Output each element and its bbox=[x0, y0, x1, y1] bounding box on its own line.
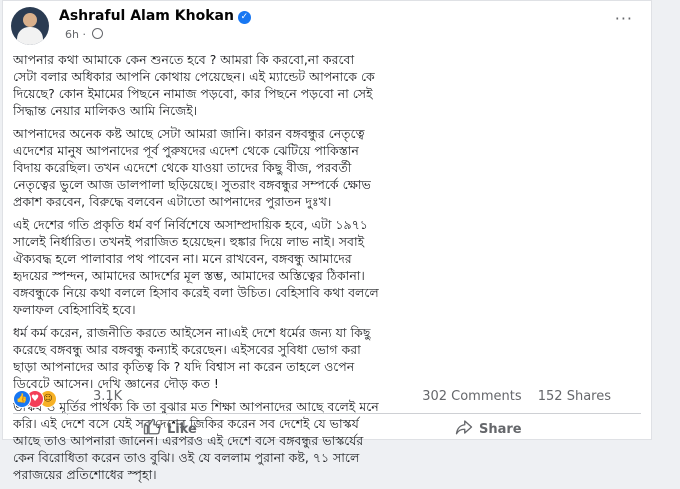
post-text-line: দিয়েছে? কোন ইমামের পিছনে নামাজ পড়বো, ক… bbox=[13, 86, 373, 101]
post-text-line: হৃদয়ের স্পন্দন, আমাদের আদর্শের মূল স্তম… bbox=[13, 268, 365, 283]
post-text-line: বঙ্গবন্ধুকে নিয়ে কথা বললে হিসাব করেই বল… bbox=[13, 285, 379, 300]
post-text-line: আপনাদের অনেক কষ্ট আছে সেটা আমরা জানি। কা… bbox=[13, 126, 365, 141]
author-avatar[interactable] bbox=[11, 7, 49, 45]
globe-icon bbox=[92, 28, 104, 39]
post-text-line: নেতৃত্বের ভুলে আজ ডালপালা ছড়িয়েছে। সুত… bbox=[13, 177, 371, 192]
author-name[interactable]: Ashraful Alam Khokan ✓ bbox=[59, 8, 251, 24]
post-card: Ashraful Alam Khokan ✓ 6h · ··· আপনার কথা… bbox=[2, 0, 652, 482]
post-text-line: আছে তাও আপনারা জানেন। এরপরও এই দেশে বসে … bbox=[13, 433, 364, 448]
post-meta: 6h · bbox=[65, 28, 104, 41]
author-name-text[interactable]: Ashraful Alam Khokan bbox=[59, 8, 234, 24]
post-paragraph: ভাস্কর্য ও মূর্তির পার্থক্য কি তা বুঝার … bbox=[13, 398, 645, 483]
like-icon: 👍 bbox=[13, 390, 31, 408]
post-text-line: সালেই নির্ধারিত। তখনই পরাজিত হয়েছেন। হু… bbox=[13, 234, 365, 249]
divider bbox=[13, 413, 641, 414]
post-text-line: ফলাফল বেহিসাবিই হবে। bbox=[13, 302, 136, 317]
reactions-count[interactable]: 3.1K bbox=[93, 389, 122, 404]
post-text-line: আপনার কথা আমাকে কেন শুনতে হবে ? আমরা কি … bbox=[13, 52, 355, 67]
post-time[interactable]: 6h bbox=[65, 28, 79, 41]
post-text-line: সেটা বলার অধিকার আপনি কোথায় পেয়েছেন। এ… bbox=[13, 69, 375, 84]
post-text-line: এই দেশের গতি প্রকৃতি ধর্ম বর্ণ নির্বিশেষ… bbox=[13, 217, 368, 232]
post-text-line: করেছে বঙ্গবন্ধু আর বঙ্গবন্ধু কন্যাই করেছ… bbox=[13, 342, 361, 357]
post-stats: 302 Comments 152 Shares bbox=[410, 389, 611, 404]
post-text-line: সিদ্ধান্ত নেয়ার মালিকও আমি নিজেই। bbox=[13, 103, 198, 118]
post-text-line: প্রকাশ করবেন, বিরুদ্ধে বলবেন এটাতো আপনাদ… bbox=[13, 194, 332, 209]
share-button[interactable]: Share bbox=[455, 418, 522, 437]
post-paragraph: এই দেশের গতি প্রকৃতি ধর্ম বর্ণ নির্বিশেষ… bbox=[13, 216, 645, 318]
post-text-line: বিদায় করেছিল। তখন এদেশে থেকে যাওয়া তাদ… bbox=[13, 160, 352, 175]
share-arrow-icon bbox=[455, 420, 473, 435]
post-text-line: ধর্ম কর্ম করেন, রাজনীতি করতে আইসেন না।এই… bbox=[13, 325, 371, 340]
post-text-line: পরাজয়ের প্রতিশোধের স্পৃহা। bbox=[13, 467, 157, 482]
verified-badge-icon: ✓ bbox=[237, 11, 251, 24]
post-paragraph: আপনার কথা আমাকে কেন শুনতে হবে ? আমরা কি … bbox=[13, 51, 645, 119]
post-paragraph: ধর্ম কর্ম করেন, রাজনীতি করতে আইসেন না।এই… bbox=[13, 324, 645, 392]
post-text-line: ছাড়া আপনাদের আর কৃতিত্ব কি ? যদি বিশ্বা… bbox=[13, 359, 355, 374]
share-label: Share bbox=[479, 422, 522, 437]
post-text-line: ঐক্যবদ্ধ হলে পালাবার পথ পাবেন না। মনে রা… bbox=[13, 251, 352, 266]
like-label: Like bbox=[167, 422, 197, 437]
post-text: আপনার কথা আমাকে কেন শুনতে হবে ? আমরা কি … bbox=[13, 51, 645, 489]
thumbs-up-icon bbox=[143, 418, 161, 435]
post-text-line: এদেশের মানুষ আপনাদের পূর্ব পুরুষদের এদেশ… bbox=[13, 143, 359, 158]
more-options-icon[interactable]: ··· bbox=[615, 9, 633, 28]
comments-count[interactable]: 302 Comments bbox=[422, 389, 521, 404]
post-paragraph: আপনাদের অনেক কষ্ট আছে সেটা আমরা জানি। কা… bbox=[13, 125, 645, 210]
post-text-line: করি। এই দেশে বসে যেই সব দেশের জিকির করেন… bbox=[13, 416, 359, 431]
like-button[interactable]: Like bbox=[143, 418, 197, 437]
post-text-line: কেন বিরোধিতা করেন তাও বুঝি। ওই যে বললাম … bbox=[13, 450, 360, 465]
shares-count[interactable]: 152 Shares bbox=[538, 389, 611, 404]
